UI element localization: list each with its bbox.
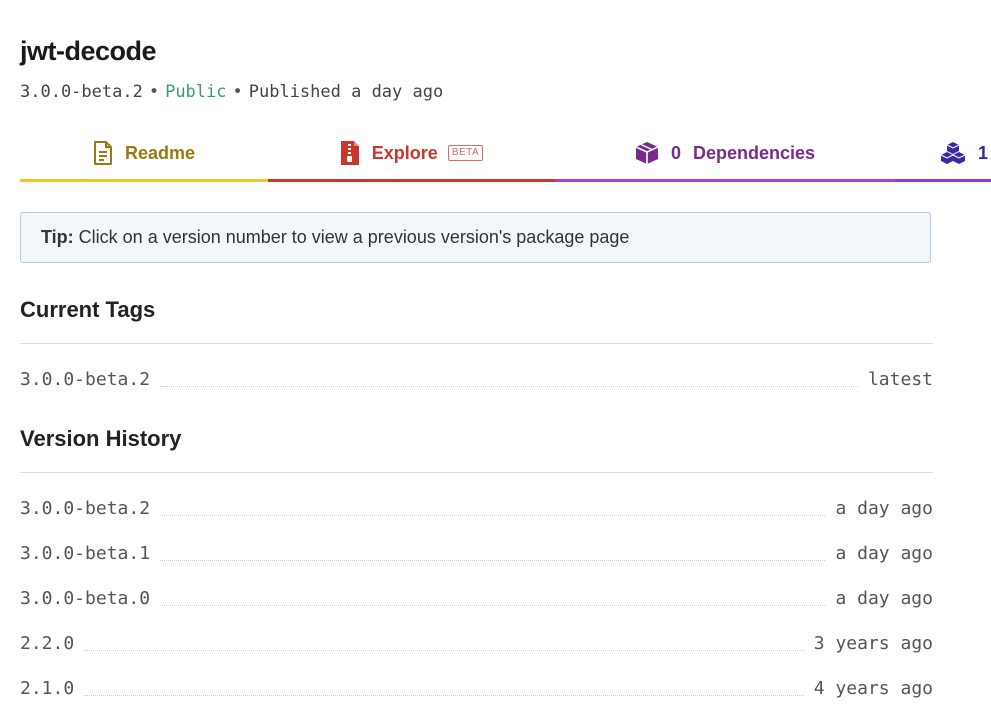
tab-readme[interactable]: Readme xyxy=(20,127,268,182)
version-age: 4 years ago xyxy=(813,677,933,699)
dotted-leader xyxy=(160,385,858,387)
boxes-icon xyxy=(940,141,966,165)
tab-dependencies[interactable]: 0 Dependencies xyxy=(555,127,895,182)
version-history-heading: Version History xyxy=(20,426,182,451)
version-age: a day ago xyxy=(835,542,933,564)
package-version: 3.0.0-beta.2 xyxy=(20,82,143,102)
dependencies-count: 0 xyxy=(670,142,681,163)
current-tags-heading: Current Tags xyxy=(20,297,156,322)
package-tabs: Readme Explore BETA 0 Dependencies 1 xyxy=(20,127,991,182)
version-age: 3 years ago xyxy=(813,632,933,654)
divider xyxy=(20,472,933,473)
published-text: Published a day ago xyxy=(248,82,444,102)
tip-box: Tip: Click on a version number to view a… xyxy=(20,212,931,263)
version-row: 3.0.0-beta.0 a day ago xyxy=(20,585,933,611)
meta-separator: • xyxy=(148,82,160,102)
version-row: 3.0.0-beta.2 a day ago xyxy=(20,495,933,521)
meta-separator: • xyxy=(232,82,243,102)
dotted-leader xyxy=(160,559,826,561)
beta-badge: BETA xyxy=(447,145,484,161)
tag-row: 3.0.0-beta.2 latest xyxy=(20,366,933,392)
version-link[interactable]: 3.0.0-beta.2 xyxy=(20,498,150,519)
version-link[interactable]: 2.2.0 xyxy=(20,633,74,654)
dotted-leader xyxy=(84,694,804,696)
dotted-leader xyxy=(84,649,804,651)
package-title: jwt-decode xyxy=(20,36,157,66)
tab-explore-label: Explore xyxy=(371,142,438,163)
version-link[interactable]: 3.0.0-beta.1 xyxy=(20,543,150,564)
tag-version-link[interactable]: 3.0.0-beta.2 xyxy=(20,369,150,390)
version-row: 3.0.0-beta.1 a day ago xyxy=(20,540,933,566)
version-row: 2.1.0 4 years ago xyxy=(20,675,933,701)
version-age: a day ago xyxy=(835,587,933,609)
dotted-leader xyxy=(160,604,826,606)
file-zip-icon xyxy=(340,140,360,166)
visibility-label: Public xyxy=(165,82,227,102)
package-page: jwt-decode 3.0.0-beta.2 • Public • Published… xyxy=(0,0,991,719)
tab-dependents-label: 1 xyxy=(978,142,989,163)
tag-name: latest xyxy=(867,368,933,390)
file-text-icon xyxy=(93,141,113,165)
dotted-leader xyxy=(160,514,826,516)
tab-readme-label: Readme xyxy=(124,142,196,163)
tip-text: Click on a version number to view a prev… xyxy=(78,227,630,247)
box-icon xyxy=(635,141,659,165)
tab-dependencies-label: Dependencies xyxy=(692,142,816,163)
version-row: 2.2.0 3 years ago xyxy=(20,630,933,656)
version-link[interactable]: 2.1.0 xyxy=(20,678,74,699)
tab-explore[interactable]: Explore BETA xyxy=(268,127,555,182)
tab-dependents[interactable]: 1 xyxy=(895,127,991,182)
version-link[interactable]: 3.0.0-beta.0 xyxy=(20,588,150,609)
tip-label: Tip: xyxy=(41,227,74,247)
package-meta: 3.0.0-beta.2 • Public • Published a day ago xyxy=(20,82,443,102)
version-age: a day ago xyxy=(835,497,933,519)
divider xyxy=(20,343,933,344)
